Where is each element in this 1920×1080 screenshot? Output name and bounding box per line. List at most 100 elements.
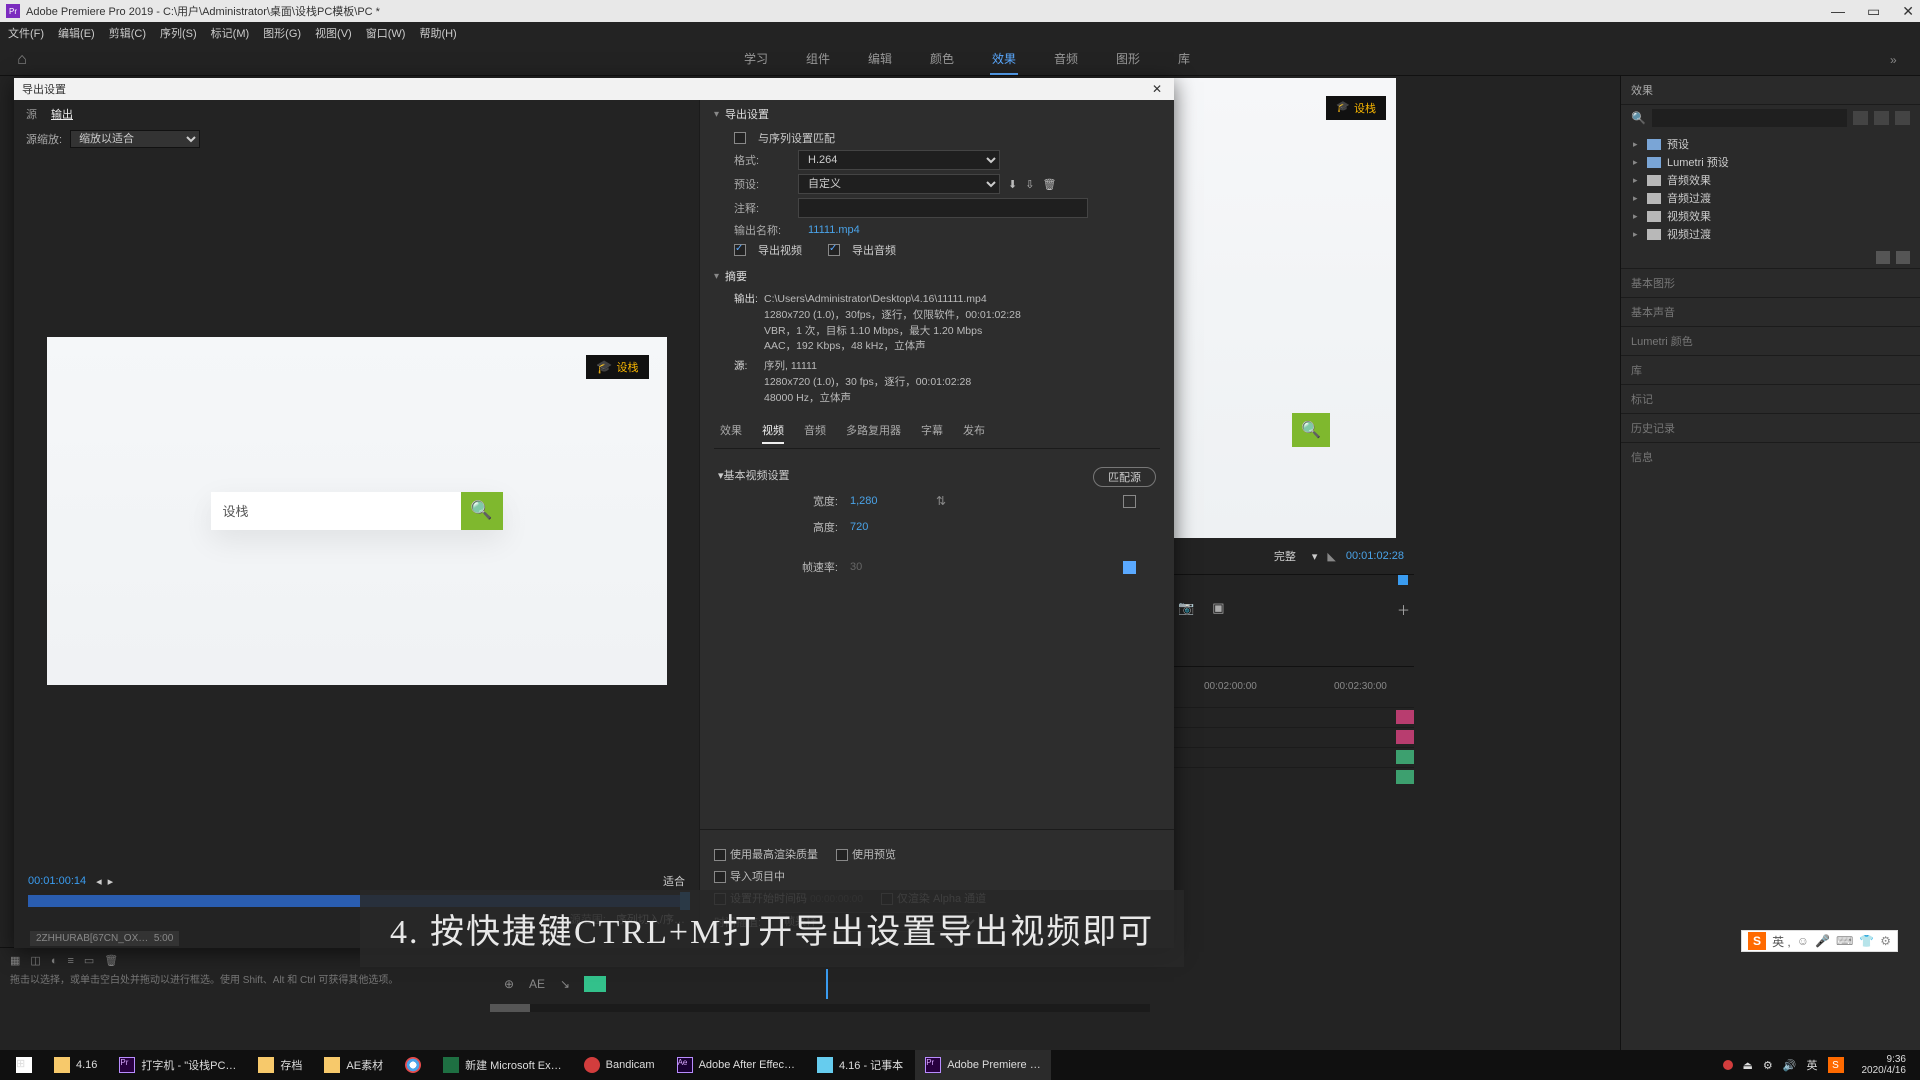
menu-window[interactable]: 窗口(W) [366, 25, 406, 41]
max-render-checkbox[interactable] [714, 849, 726, 861]
maximize-button[interactable]: ▭ [1867, 3, 1880, 20]
format-select[interactable]: H.264 [798, 150, 1000, 170]
ws-library[interactable]: 库 [1176, 44, 1192, 75]
taskbar-clock[interactable]: 9:36 2020/4/16 [1854, 1054, 1915, 1076]
tab-video[interactable]: 视频 [762, 422, 784, 444]
add-marker-button[interactable]: ＋ [1397, 600, 1410, 619]
tab-captions[interactable]: 字幕 [921, 422, 943, 444]
video-track[interactable] [1174, 727, 1414, 747]
import-project-checkbox[interactable] [714, 871, 726, 883]
audio-clip[interactable] [1396, 770, 1414, 784]
ime-lang[interactable]: 英 , [1772, 933, 1791, 950]
twirl-icon[interactable]: ▾ [714, 109, 719, 120]
panel-essential-sound[interactable]: 基本声音 [1621, 297, 1920, 326]
taskbar-item[interactable]: Pr打字机 - "设栈PC… [109, 1050, 246, 1080]
ime-settings-icon[interactable]: ⚙ [1880, 934, 1891, 948]
tree-item-video-transitions[interactable]: ▸视频过渡 [1629, 225, 1912, 243]
menu-help[interactable]: 帮助(H) [419, 25, 456, 41]
preview-timecode-left[interactable]: 00:01:00:14 [28, 875, 86, 887]
menu-edit[interactable]: 编辑(E) [58, 25, 95, 41]
menu-graphics[interactable]: 图形(G) [263, 25, 301, 41]
effects-filter-icon[interactable] [1895, 111, 1910, 125]
tray-record-icon[interactable] [1723, 1060, 1733, 1070]
tool-button[interactable]: ⊕ [500, 975, 518, 993]
tree-item-presets[interactable]: ▸预设 [1629, 135, 1912, 153]
video-track[interactable] [1174, 707, 1414, 727]
tray-icon[interactable]: 🔊 [1783, 1059, 1797, 1072]
system-tray[interactable]: ⏏ ⚙ 🔊 英 S [1715, 1057, 1852, 1073]
twirl-icon[interactable]: ▾ [714, 271, 719, 282]
step-back-button[interactable]: ◂ [96, 875, 102, 888]
ws-color[interactable]: 颜色 [928, 44, 956, 75]
tree-item-video-effects[interactable]: ▸视频效果 [1629, 207, 1912, 225]
menu-view[interactable]: 视图(V) [315, 25, 352, 41]
source-scale-select[interactable]: 缩放以适合 [70, 130, 200, 148]
panel-essential-graphics[interactable]: 基本图形 [1621, 268, 1920, 297]
preview-fit-dropdown[interactable]: 适合 [663, 873, 685, 889]
tray-lang[interactable]: 英 [1807, 1057, 1818, 1073]
dialog-titlebar[interactable]: 导出设置 ✕ [14, 78, 1174, 100]
panel-libraries[interactable]: 库 [1621, 355, 1920, 384]
tab-multiplexer[interactable]: 多路复用器 [846, 422, 901, 444]
taskbar-item[interactable]: AeAdobe After Effec… [667, 1050, 805, 1080]
timeline-ruler[interactable]: 00:02:00:00 00:02:30:00 [1174, 667, 1414, 707]
taskbar-item-active[interactable]: PrAdobe Premiere … [915, 1050, 1051, 1080]
ime-skin-icon[interactable]: 👕 [1859, 934, 1874, 948]
clip-chip[interactable]: 2ZHHURAB[67CN_OX… 5:00 [30, 931, 179, 946]
width-match-checkbox[interactable] [1123, 495, 1136, 508]
timeline-scrollbar[interactable] [490, 1004, 1150, 1012]
menu-file[interactable]: 文件(F) [8, 25, 44, 41]
taskbar-item[interactable]: 存档 [248, 1050, 312, 1080]
tab-publish[interactable]: 发布 [963, 422, 985, 444]
tool-button[interactable]: 🗑 [104, 954, 118, 967]
tool-button[interactable]: ◐ [51, 955, 58, 967]
taskbar-item[interactable]: 4.16 [44, 1050, 107, 1080]
home-icon[interactable]: ⌂ [0, 51, 44, 69]
height-value[interactable]: 720 [850, 521, 910, 533]
program-canvas[interactable]: 🎓设栈 🔍 [1162, 78, 1396, 538]
camera-icon[interactable]: 📷 [1178, 600, 1194, 619]
ws-graphics[interactable]: 图形 [1114, 44, 1142, 75]
export-video-checkbox[interactable] [734, 244, 746, 256]
delete-preset-icon[interactable]: 🗑 [1042, 178, 1056, 191]
tool-button[interactable]: ↘ [556, 975, 574, 993]
export-audio-checkbox[interactable] [828, 244, 840, 256]
playhead-icon[interactable] [1398, 575, 1408, 585]
taskbar-item[interactable]: AE素材 [314, 1050, 393, 1080]
export-preview[interactable]: 🎓设栈 设栈 🔍 [47, 337, 667, 685]
step-fwd-button[interactable]: ▸ [108, 875, 114, 888]
new-bin-icon[interactable] [1876, 251, 1890, 264]
tree-item-lumetri[interactable]: ▸Lumetri 预设 [1629, 153, 1912, 171]
tab-output[interactable]: 输出 [51, 106, 73, 122]
zoom-fit-dropdown[interactable]: 完整 [1268, 548, 1302, 564]
dialog-close-button[interactable]: ✕ [1148, 82, 1166, 96]
preset-select[interactable]: 自定义 [798, 174, 1000, 194]
tab-effects[interactable]: 效果 [720, 422, 742, 444]
panel-history[interactable]: 历史记录 [1621, 413, 1920, 442]
tool-button[interactable]: ▭ [84, 954, 94, 967]
audio-track[interactable] [1174, 747, 1414, 767]
close-button[interactable]: ✕ [1902, 3, 1914, 20]
panel-markers[interactable]: 标记 [1621, 384, 1920, 413]
tray-icon[interactable]: ⏏ [1743, 1059, 1753, 1072]
link-dimensions-icon[interactable]: ⇅ [936, 494, 946, 508]
save-preset-icon[interactable]: ⬇ [1008, 178, 1017, 191]
panel-lumetri-color[interactable]: Lumetri 颜色 [1621, 326, 1920, 355]
menu-marker[interactable]: 标记(M) [211, 25, 250, 41]
output-name-link[interactable]: 11111.mp4 [808, 224, 860, 236]
menu-clip[interactable]: 剪辑(C) [109, 25, 146, 41]
match-sequence-checkbox[interactable] [734, 132, 746, 144]
ime-toolbar[interactable]: S 英 , ☺ 🎤 ⌨ 👕 ⚙ [1741, 930, 1898, 952]
width-value[interactable]: 1,280 [850, 495, 910, 507]
tab-audio[interactable]: 音频 [804, 422, 826, 444]
use-preview-checkbox[interactable] [836, 849, 848, 861]
program-ruler[interactable] [1174, 574, 1414, 592]
audio-track[interactable] [1174, 767, 1414, 787]
ime-keyboard-icon[interactable]: ⌨ [1836, 934, 1853, 948]
video-clip[interactable] [1396, 710, 1414, 724]
tree-item-audio-transitions[interactable]: ▸音频过渡 [1629, 189, 1912, 207]
taskbar-item[interactable] [395, 1050, 431, 1080]
compare-icon[interactable]: ▣ [1212, 600, 1224, 619]
ws-effects[interactable]: 效果 [990, 44, 1018, 75]
ime-emoji-icon[interactable]: ☺ [1797, 934, 1809, 948]
